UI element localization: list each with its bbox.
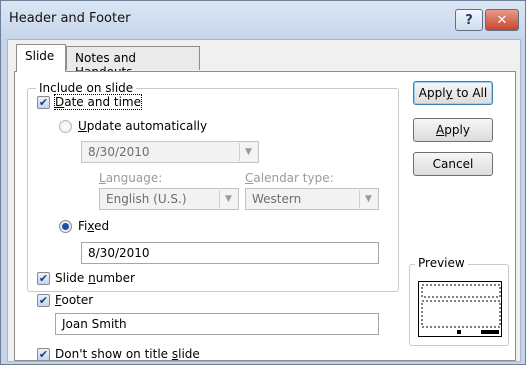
calendar-type-value: Western [252, 192, 302, 206]
dialog-window: Header and Footer ? ✕ Slide Notes and Ha… [0, 0, 526, 365]
footer-text-value: Joan Smith [62, 317, 127, 331]
window-title: Header and Footer [9, 11, 131, 26]
chevron-down-icon[interactable]: ▼ [219, 190, 237, 208]
include-group-label: Include on slide [36, 81, 137, 95]
date-format-value: 8/30/2010 [88, 145, 150, 159]
calendar-type-combo[interactable]: Western ▼ [245, 188, 379, 210]
dont-show-on-title-checkbox[interactable]: ✔ [37, 347, 50, 361]
dont-show-on-title-label: Don't show on title slide [55, 347, 200, 361]
cancel-button[interactable]: Cancel [413, 152, 493, 176]
footer-option[interactable]: ✔ Footer [37, 293, 93, 307]
fixed-date-input[interactable]: 8/30/2010 [81, 242, 379, 264]
tab-slide[interactable]: Slide [16, 44, 66, 72]
apply-to-all-label: Apply to All [418, 86, 488, 100]
preview-thumbnail [418, 281, 502, 337]
apply-label: Apply [436, 123, 470, 137]
apply-to-all-button[interactable]: Apply to All [413, 81, 493, 105]
slide-tab-panel: Include on slide ✔ Date and time Update … [14, 71, 516, 361]
language-value: English (U.S.) [106, 192, 187, 206]
chevron-down-icon[interactable]: ▼ [239, 143, 257, 161]
fixed-label: Fixed [78, 219, 110, 233]
footer-checkbox[interactable]: ✔ [37, 293, 50, 307]
footer-text-input[interactable]: Joan Smith [55, 313, 379, 335]
fixed-option[interactable]: Fixed [59, 219, 109, 233]
update-automatically-radio[interactable] [59, 119, 72, 133]
chevron-down-icon[interactable]: ▼ [359, 190, 377, 208]
slide-preview-diagram [421, 284, 501, 334]
date-time-label: Date and time [53, 94, 143, 110]
date-time-checkbox[interactable]: ✔ [37, 95, 50, 109]
help-button[interactable]: ? [455, 9, 483, 31]
slide-number-checkbox[interactable]: ✔ [37, 271, 50, 285]
preview-group: Preview [409, 256, 509, 346]
preview-label: Preview [415, 256, 468, 270]
dialog-client: Slide Notes and Handouts Include on slid… [7, 39, 521, 362]
language-combo[interactable]: English (U.S.) ▼ [99, 188, 239, 210]
slide-number-option[interactable]: ✔ Slide number [37, 271, 135, 285]
date-format-combo[interactable]: 8/30/2010 ▼ [81, 141, 259, 163]
apply-button[interactable]: Apply [413, 118, 493, 142]
fixed-radio[interactable] [59, 219, 72, 233]
update-automatically-option[interactable]: Update automatically [59, 119, 207, 133]
dont-show-on-title-option[interactable]: ✔ Don't show on title slide [37, 347, 200, 361]
close-button[interactable]: ✕ [485, 9, 519, 31]
help-icon: ? [465, 12, 473, 28]
cancel-label: Cancel [432, 157, 474, 171]
update-automatically-label: Update automatically [78, 119, 208, 133]
tab-slide-label: Slide [25, 49, 55, 63]
slide-number-label: Slide number [55, 271, 135, 285]
title-bar[interactable]: Header and Footer ? ✕ [1, 1, 525, 39]
fixed-date-value: 8/30/2010 [88, 246, 150, 260]
calendar-type-label: Calendar type: [245, 171, 334, 185]
close-icon: ✕ [496, 12, 508, 28]
footer-label: Footer [55, 293, 94, 307]
date-time-option[interactable]: ✔ Date and time [37, 94, 143, 110]
tab-notes-and-handouts[interactable]: Notes and Handouts [66, 46, 200, 79]
language-label: Language: [99, 171, 163, 185]
